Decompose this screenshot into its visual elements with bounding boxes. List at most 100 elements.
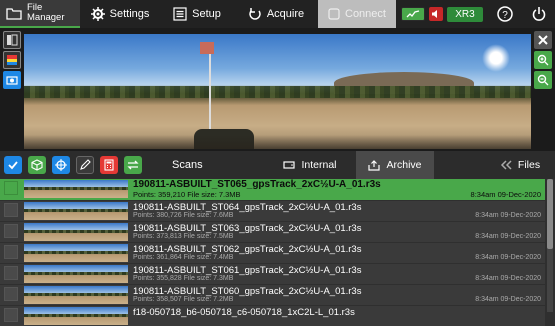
transfer-button[interactable] (124, 156, 142, 174)
file-meta: Points: 359,210 File size: 7.3MB (133, 190, 241, 199)
svg-text:?: ? (502, 10, 508, 21)
top-nav: File Manager Settings Setup Acquire Conn… (0, 0, 555, 28)
file-meta: Points: 355,828 File size: 7.3MB (133, 275, 234, 282)
scans-toolbar: Scans Internal Archive Files (0, 151, 555, 179)
rotate-icon (249, 8, 261, 20)
pencil-icon (80, 159, 91, 170)
file-date: 8:34am 09-Dec-2020 (470, 190, 541, 199)
file-meta: Points: 380,726 File size: 7.6MB (133, 212, 234, 219)
scan-thumbnail (24, 244, 128, 262)
file-row[interactable]: 190811-ASBUILT_ST063_gpsTrack_2xC½U-A_01… (0, 222, 545, 242)
row-checkbox[interactable] (4, 203, 18, 217)
layers-icon (7, 34, 18, 46)
tab-archive-label: Archive (386, 159, 422, 171)
gear-icon (90, 7, 105, 21)
file-manager-label: File Manager (27, 2, 65, 23)
zoom-out-icon (537, 74, 549, 86)
cube-icon (31, 159, 43, 171)
row-checkbox[interactable] (4, 181, 18, 195)
select-all-checkbox[interactable] (4, 156, 22, 174)
setup-label: Setup (192, 8, 221, 20)
file-meta: Points: 361,864 File size: 7.4MB (133, 254, 234, 261)
transfer-icon (127, 160, 139, 170)
photo-icon (6, 76, 18, 85)
file-name: f18-050718_b6-050718_c6-050718_1xC2L-L_0… (133, 307, 355, 318)
tab-files-label: Files (517, 159, 541, 171)
help-icon: ? (497, 6, 513, 22)
check-icon (8, 161, 18, 170)
mute-icon[interactable] (429, 7, 444, 21)
acquire-label: Acquire (266, 8, 305, 20)
scan-thumbnail (24, 180, 128, 198)
list-icon (173, 7, 187, 21)
row-checkbox[interactable] (4, 287, 18, 301)
file-list: 190811-ASBUILT_ST065_gpsTrack_2xC½U-A_01… (0, 179, 545, 326)
calculator-button[interactable] (100, 156, 118, 174)
power-button[interactable] (522, 0, 555, 28)
settings-tab[interactable]: Settings (80, 0, 160, 28)
flag-pole (209, 42, 211, 137)
view-mode-button[interactable] (3, 31, 21, 49)
folder-icon (6, 8, 22, 20)
row-checkbox[interactable] (4, 266, 18, 280)
acquire-tab[interactable]: Acquire (234, 0, 318, 28)
target-tool-button[interactable] (52, 156, 70, 174)
connect-icon (328, 8, 340, 20)
scan-preview-area (0, 28, 555, 151)
file-row[interactable]: 190811-ASBUILT_ST060_gpsTrack_2xC½U-A_01… (0, 285, 545, 305)
help-button[interactable]: ? (488, 0, 522, 28)
sun (482, 44, 510, 72)
scrollbar-thumb[interactable] (547, 179, 553, 249)
photo-view-button[interactable] (3, 71, 21, 89)
scan-thumbnail (24, 286, 128, 304)
zoom-out-button[interactable] (534, 71, 552, 89)
file-meta: Points: 358,507 File size: 7.2MB (133, 296, 234, 303)
scan-thumbnail (24, 202, 128, 220)
file-row[interactable]: 190811-ASBUILT_ST065_gpsTrack_2xC½U-A_01… (0, 179, 545, 200)
file-date: 8:34am 09-Dec-2020 (475, 212, 541, 219)
device-name-badge: XR3 (447, 6, 483, 22)
settings-label: Settings (109, 8, 150, 20)
file-date: 8:34am 09-Dec-2020 (475, 254, 541, 261)
panorama-image[interactable] (24, 34, 531, 149)
battery-icon (401, 7, 426, 21)
edit-tool-button[interactable] (76, 156, 94, 174)
tab-archive[interactable]: Archive (356, 151, 434, 179)
file-row[interactable]: 190811-ASBUILT_ST062_gpsTrack_2xC½U-A_01… (0, 243, 545, 263)
treeline (24, 86, 531, 98)
ground-shadow (24, 135, 531, 149)
close-icon (538, 35, 548, 45)
connect-label: Connect (345, 8, 386, 20)
crosshair-icon (55, 159, 67, 171)
drive-icon (283, 161, 296, 169)
color-map-icon (7, 55, 17, 65)
file-row[interactable]: f18-050718_b6-050718_c6-050718_1xC2L-L_0… (0, 306, 545, 326)
file-manager-tab[interactable]: File Manager (0, 0, 80, 28)
color-view-button[interactable] (3, 51, 21, 69)
box-tool-button[interactable] (28, 156, 46, 174)
scan-thumbnail (24, 307, 128, 325)
connect-button[interactable]: Connect (318, 0, 396, 28)
calculator-icon (104, 159, 114, 171)
flag (200, 42, 214, 54)
tab-internal-label: Internal (301, 159, 337, 171)
file-list-scrollbar[interactable] (547, 179, 553, 312)
setup-tab[interactable]: Setup (160, 0, 234, 28)
file-row[interactable]: 190811-ASBUILT_ST061_gpsTrack_2xC½U-A_01… (0, 264, 545, 284)
row-checkbox[interactable] (4, 245, 18, 259)
close-preview-button[interactable] (534, 31, 552, 49)
tab-files[interactable]: Files (490, 151, 550, 179)
double-chevron-left-icon (500, 160, 512, 170)
file-date: 8:34am 09-Dec-2020 (475, 275, 541, 282)
power-icon (532, 7, 545, 21)
tab-internal[interactable]: Internal (270, 151, 350, 179)
file-date: 8:34am 09-Dec-2020 (475, 296, 541, 303)
row-checkbox[interactable] (4, 308, 18, 322)
zoom-in-button[interactable] (534, 51, 552, 69)
scans-label: Scans (172, 159, 203, 171)
scan-thumbnail (24, 265, 128, 283)
row-checkbox[interactable] (4, 224, 18, 238)
file-row[interactable]: 190811-ASBUILT_ST064_gpsTrack_2xC½U-A_01… (0, 201, 545, 221)
archive-icon (368, 159, 381, 171)
file-name: 190811-ASBUILT_ST065_gpsTrack_2xC½U-A_01… (133, 179, 381, 190)
